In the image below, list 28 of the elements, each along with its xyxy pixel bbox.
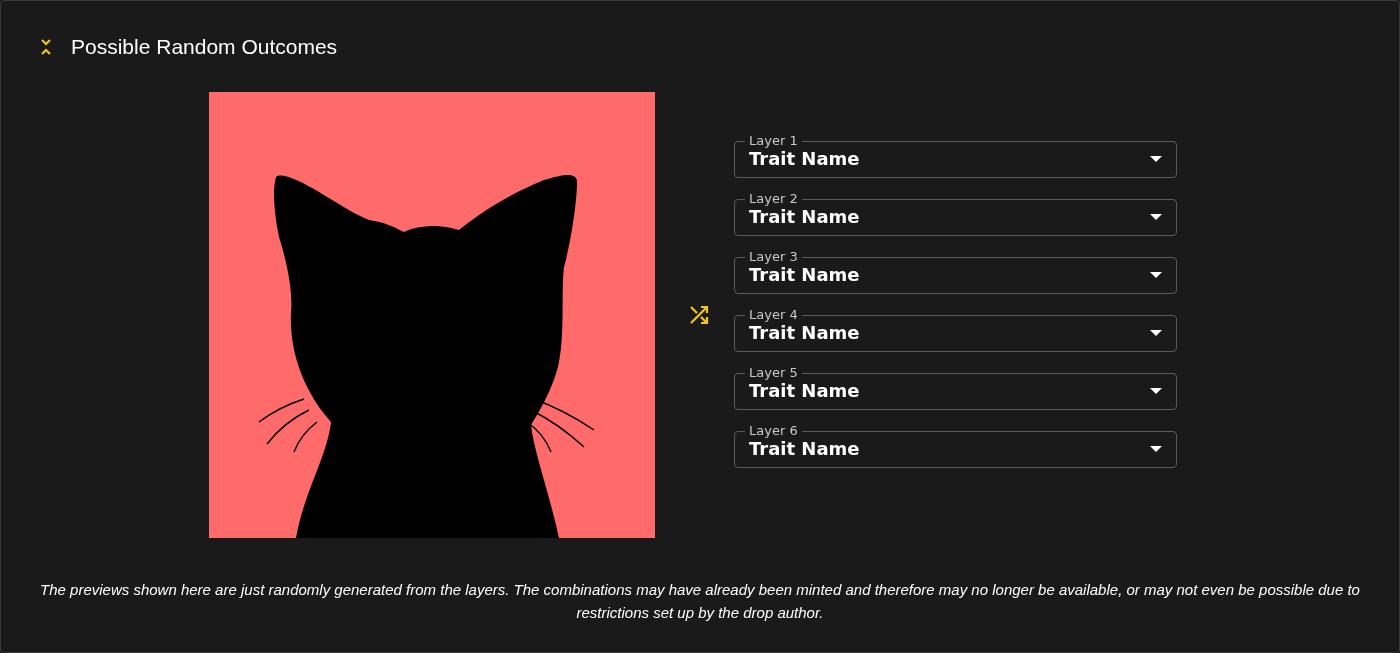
dropdown-caret-icon: [1150, 329, 1162, 336]
collapse-chevrons-icon[interactable]: [40, 38, 52, 56]
selected-trait: Trait Name: [749, 148, 860, 169]
disclaimer-text: The previews shown here are just randomly generated from the layers. The combinations may have already been minted and therefore may no longer be available, or may not even be possible due to restrictions set up by the drop author.: [39, 580, 1361, 623]
trait-select[interactable]: Layer 5 Trait Name: [734, 366, 1177, 410]
dropdown-caret-icon: [1150, 387, 1162, 394]
trait-select[interactable]: Layer 1 Trait Name: [734, 134, 1177, 178]
layer-label: Layer 6: [748, 424, 799, 438]
trait-select[interactable]: Layer 2 Trait Name: [734, 192, 1177, 236]
trait-select[interactable]: Layer 6 Trait Name: [734, 424, 1177, 468]
layer-label: Layer 3: [748, 250, 799, 264]
dropdown-caret-icon: [1150, 445, 1162, 452]
layer-label: Layer 2: [748, 192, 799, 206]
layer-label: Layer 5: [748, 366, 799, 380]
dropdown-caret-icon: [1150, 155, 1162, 162]
shuffle-icon[interactable]: [689, 305, 709, 325]
trait-select[interactable]: Layer 4 Trait Name: [734, 308, 1177, 352]
dropdown-caret-icon: [1150, 271, 1162, 278]
section-title: Possible Random Outcomes: [71, 35, 338, 59]
selected-trait: Trait Name: [749, 322, 860, 343]
dropdown-caret-icon: [1150, 213, 1162, 220]
trait-select[interactable]: Layer 3 Trait Name: [734, 250, 1177, 294]
selected-trait: Trait Name: [749, 264, 860, 285]
layer-label: Layer 1: [748, 134, 799, 148]
selected-trait: Trait Name: [749, 206, 860, 227]
selected-trait: Trait Name: [749, 380, 860, 401]
layer-label: Layer 4: [748, 308, 799, 322]
selected-trait: Trait Name: [749, 438, 860, 459]
